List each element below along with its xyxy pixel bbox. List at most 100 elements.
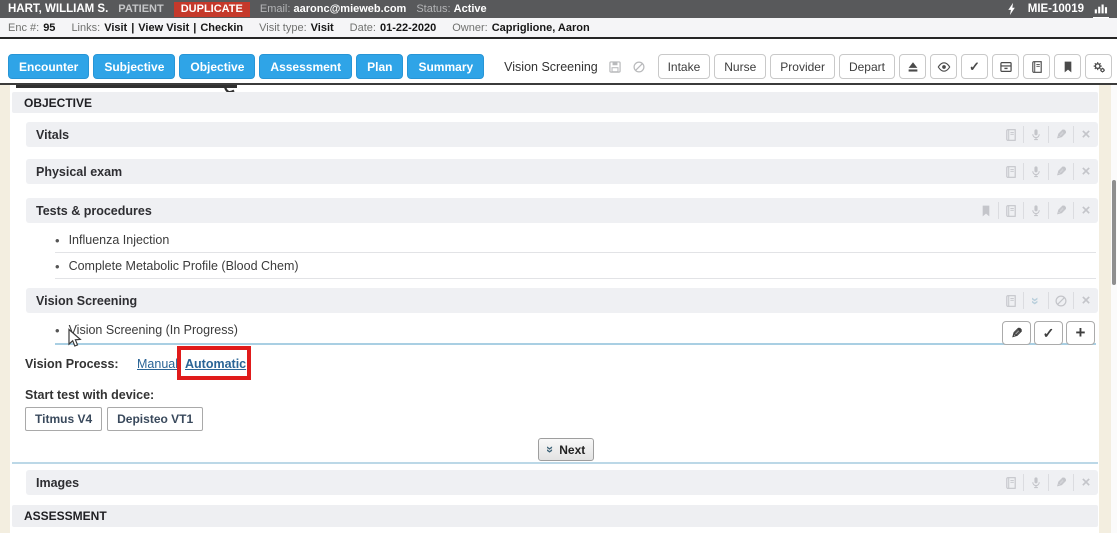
tests-procedures-actions: ✎ × — [973, 198, 1098, 223]
nav-subjective-button[interactable]: Subjective — [93, 54, 175, 79]
mic-icon[interactable] — [1023, 163, 1048, 180]
nav-assessment-button[interactable]: Assessment — [259, 54, 352, 79]
journal-icon[interactable] — [998, 126, 1023, 143]
assessment-label: ASSESSMENT — [24, 509, 107, 523]
bullet: • — [55, 323, 60, 338]
chart-icon[interactable] — [1093, 1, 1109, 18]
links-group: Links: Visit | View Visit | Checkin — [71, 22, 243, 34]
nav-plan-button[interactable]: Plan — [356, 54, 403, 79]
left-edge-strip — [0, 85, 10, 533]
vision-item-label: Vision Screening (In Progress) — [69, 323, 238, 337]
depisteo-vt1-button[interactable]: Depisteo VT1 — [107, 407, 203, 431]
test-item-label: Complete Metabolic Profile (Blood Chem) — [69, 259, 299, 273]
chevron-double-down-icon: » — [543, 446, 558, 453]
owner-label: Owner: — [452, 22, 487, 34]
check-icon[interactable]: ✓ — [961, 54, 988, 79]
nurse-button[interactable]: Nurse — [714, 54, 766, 79]
vitals-actions: ✎ × — [998, 122, 1098, 147]
owner-value: Capriglione, Aaron — [492, 22, 590, 34]
journal-icon[interactable] — [998, 202, 1023, 219]
x-icon[interactable]: × — [1073, 163, 1098, 180]
pencil-icon[interactable]: ✎ — [1048, 202, 1073, 219]
link-separator: | — [131, 22, 134, 34]
x-icon[interactable]: × — [1073, 126, 1098, 143]
vitals-section-header[interactable]: Vitals ✎ × — [26, 122, 1098, 147]
scrollbar-track[interactable] — [1111, 85, 1117, 533]
note-tab: Vision Screening — [496, 54, 654, 79]
link-separator: | — [193, 22, 196, 34]
x-icon[interactable]: × — [1073, 292, 1098, 309]
no-entry-icon[interactable] — [632, 60, 646, 74]
intake-button[interactable]: Intake — [658, 54, 711, 79]
stage-button-group: Intake Nurse Provider Depart ✓ — [658, 54, 1112, 79]
pencil-icon[interactable]: ✎ — [1048, 163, 1073, 180]
archive-icon[interactable] — [992, 54, 1019, 79]
objective-section-header: OBJECTIVE — [12, 92, 1098, 113]
webchart-app: HART, WILLIAM S. PATIENT DUPLICATE Email… — [0, 0, 1117, 533]
mic-icon[interactable] — [1023, 474, 1048, 491]
tests-procedures-label: Tests & procedures — [36, 204, 152, 218]
journal-icon[interactable] — [998, 474, 1023, 491]
date-group: Date: 01-22-2020 — [350, 22, 437, 34]
patient-type-label: PATIENT — [118, 3, 163, 15]
manual-link[interactable]: Manual — [137, 357, 178, 371]
images-actions: ✎ × — [998, 470, 1098, 495]
eject-icon[interactable] — [899, 54, 926, 79]
plus-icon[interactable]: + — [1066, 321, 1095, 345]
nav-objective-button[interactable]: Objective — [179, 54, 255, 79]
patient-header-bar: HART, WILLIAM S. PATIENT DUPLICATE Email… — [0, 0, 1117, 18]
next-label: Next — [559, 443, 585, 457]
physical-exam-label: Physical exam — [36, 165, 122, 179]
journal-icon[interactable] — [1023, 54, 1050, 79]
link-visit[interactable]: Visit — [104, 22, 127, 34]
gears-icon[interactable] — [1085, 54, 1112, 79]
status-group: Status: Active — [416, 3, 486, 15]
save-icon[interactable] — [608, 60, 622, 74]
vision-screening-section-header[interactable]: Vision Screening » × — [26, 288, 1098, 313]
vision-screening-label: Vision Screening — [36, 294, 137, 308]
device-button-row: Titmus V4 Depisteo VT1 — [25, 407, 203, 431]
bookmark-icon[interactable] — [973, 202, 998, 219]
test-item-influenza[interactable]: • Influenza Injection — [55, 228, 1096, 253]
provider-button[interactable]: Provider — [770, 54, 835, 79]
link-view-visit[interactable]: View Visit — [138, 22, 189, 34]
enc-number-group: Enc #: 95 — [8, 22, 55, 34]
pencil-icon[interactable]: ✎ — [1048, 126, 1073, 143]
mic-icon[interactable] — [1023, 202, 1048, 219]
vision-item-buttons: ✎ ✓ + — [1002, 321, 1095, 345]
mic-icon[interactable] — [1023, 126, 1048, 143]
pencil-icon[interactable]: ✎ — [1048, 474, 1073, 491]
date-label: Date: — [350, 22, 376, 34]
scrollbar-thumb[interactable] — [1112, 180, 1116, 285]
check-icon[interactable]: ✓ — [1034, 321, 1063, 345]
depart-button[interactable]: Depart — [839, 54, 895, 79]
tests-procedures-section-header[interactable]: Tests & procedures ✎ × — [26, 198, 1098, 223]
visit-type-value: Visit — [311, 22, 334, 34]
physical-exam-section-header[interactable]: Physical exam ✎ × — [26, 159, 1098, 184]
images-section-header[interactable]: Images ✎ × — [26, 470, 1098, 495]
assessment-section-header: ASSESSMENT — [12, 505, 1098, 527]
physical-exam-actions: ✎ × — [998, 159, 1098, 184]
eye-icon[interactable] — [930, 54, 957, 79]
bookmark-icon[interactable] — [1054, 54, 1081, 79]
titmus-v4-button[interactable]: Titmus V4 — [25, 407, 102, 431]
journal-icon[interactable] — [998, 292, 1023, 309]
nav-encounter-button[interactable]: Encounter — [8, 54, 89, 79]
x-icon[interactable]: × — [1073, 202, 1098, 219]
test-item-cmp[interactable]: • Complete Metabolic Profile (Blood Chem… — [55, 254, 1096, 279]
journal-icon[interactable] — [998, 163, 1023, 180]
vision-section-divider — [12, 462, 1098, 464]
email-group: Email: aaronc@mieweb.com — [260, 3, 406, 15]
vision-screening-item[interactable]: • Vision Screening (In Progress) ✎ ✓ + — [55, 317, 1096, 345]
link-checkin[interactable]: Checkin — [200, 22, 243, 34]
nav-summary-button[interactable]: Summary — [407, 54, 484, 79]
next-button[interactable]: » Next — [538, 438, 594, 461]
clipped-row-fragment — [16, 85, 237, 88]
patient-name: HART, WILLIAM S. — [8, 3, 108, 15]
no-entry-icon[interactable] — [1048, 292, 1073, 309]
chevron-double-down-icon[interactable]: » — [1023, 292, 1048, 309]
vitals-label: Vitals — [36, 128, 69, 142]
pencil-icon[interactable]: ✎ — [1002, 321, 1031, 345]
bolt-icon[interactable] — [1005, 2, 1019, 16]
x-icon[interactable]: × — [1073, 474, 1098, 491]
